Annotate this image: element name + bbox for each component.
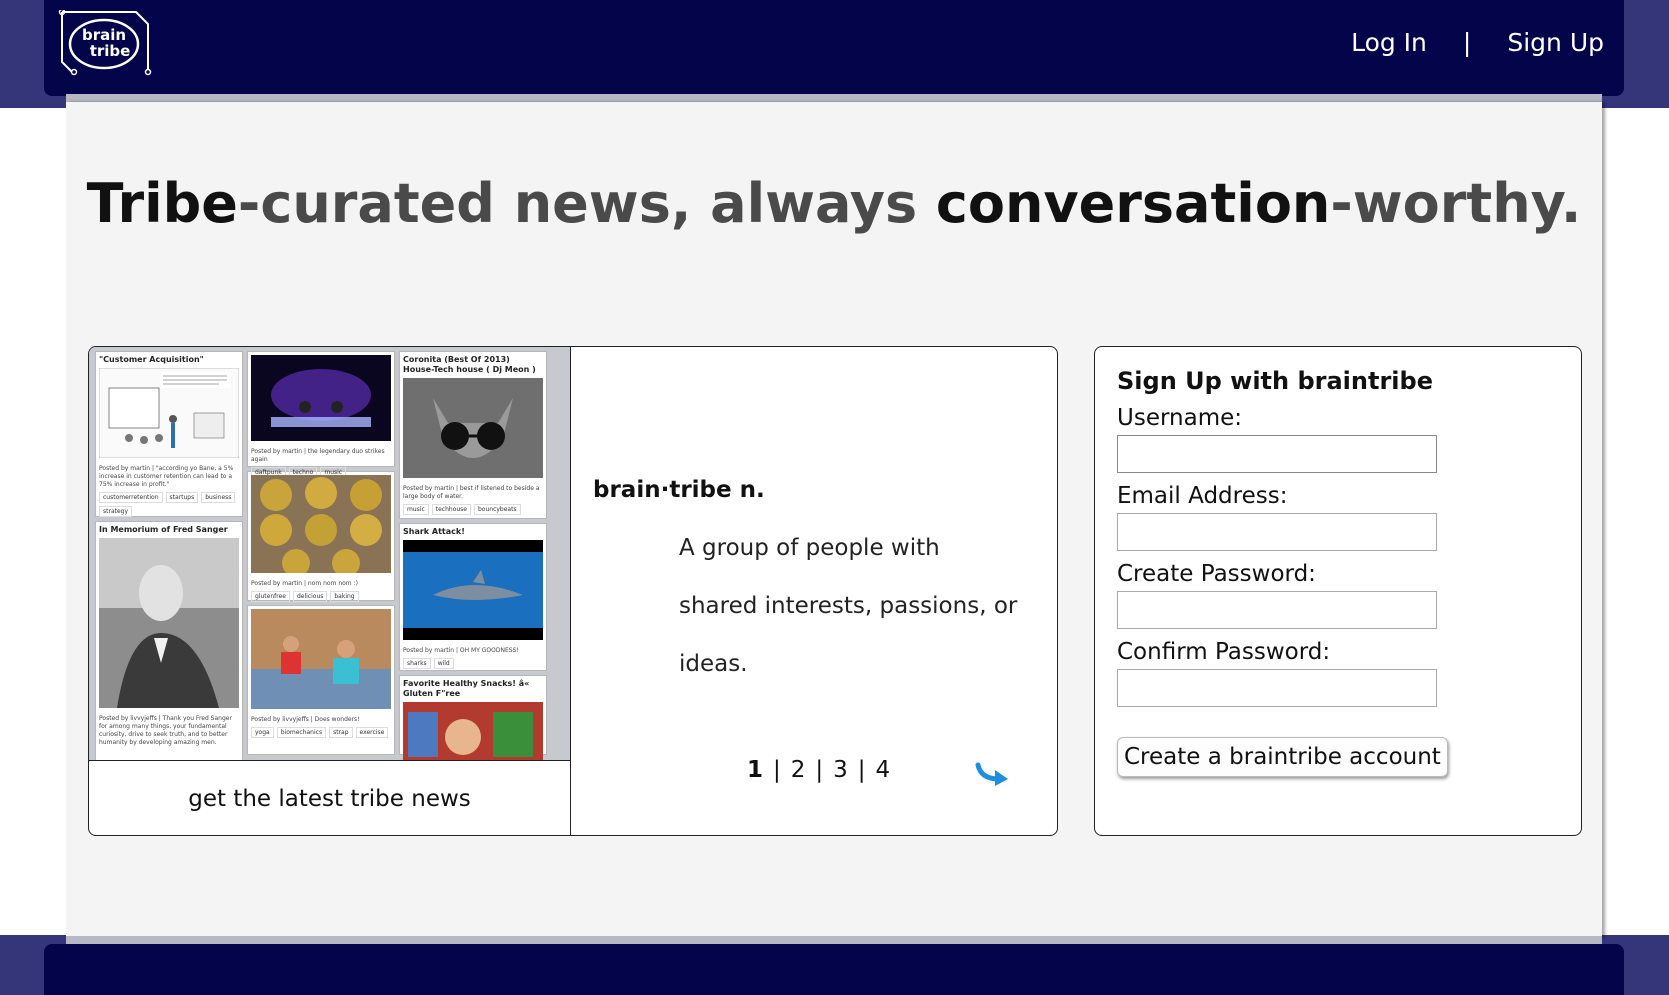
- header-nav: Log In | Sign Up: [1351, 28, 1604, 57]
- signup-form: Sign Up with braintribe Username: Email …: [1094, 346, 1582, 836]
- password-label: Create Password:: [1117, 561, 1316, 587]
- feed-card-meta: Posted by martin | nom nom nom :): [251, 580, 358, 587]
- cat-photo: [403, 378, 543, 478]
- feed-card-meta: Posted by livvyjeffs | Does wonders!: [251, 716, 360, 723]
- feed-card-meta: Posted by martin | best if listened to b…: [403, 485, 540, 500]
- muffins-photo: [251, 475, 391, 577]
- slide-pager: 1 | 2 | 3 | 4: [747, 757, 890, 783]
- shark-photo: [403, 540, 543, 640]
- username-input[interactable]: [1117, 435, 1437, 473]
- feed-card-title: Coronita (Best Of 2013) House-Tech house…: [403, 355, 536, 374]
- email-label: Email Address:: [1117, 483, 1288, 509]
- showcase-caption: get the latest tribe news: [89, 760, 571, 835]
- definition-text: A group of people with shared interests,…: [679, 535, 1018, 677]
- site-footer: [44, 944, 1624, 995]
- snacks-photo: [403, 702, 543, 760]
- tag[interactable]: bouncybeats: [474, 504, 521, 515]
- create-account-button[interactable]: Create a braintribe account: [1117, 737, 1448, 777]
- tag[interactable]: strategy: [99, 506, 133, 517]
- tag[interactable]: wild: [433, 658, 454, 669]
- headline-curated: -curated news, always: [237, 172, 936, 235]
- page-2[interactable]: 2: [791, 757, 806, 783]
- tag[interactable]: business: [201, 492, 236, 503]
- headline-worthy: -worthy.: [1330, 172, 1582, 235]
- feed-card-meta: Posted by martin | OH MY GOODNESS!: [403, 647, 519, 654]
- signup-title: Sign Up with braintribe: [1117, 367, 1433, 395]
- page-1[interactable]: 1: [747, 757, 763, 783]
- feed-card-tags: sharks wild: [403, 658, 543, 669]
- feed-column-2: Posted by martin | the legendary duo str…: [247, 351, 395, 759]
- logo-text-tribe: tribe: [90, 42, 131, 60]
- feed-card-title: Shark Attack!: [403, 527, 465, 536]
- feed-column-1: "Customer Acquisition" Posted by martin …: [95, 351, 243, 760]
- password-input[interactable]: [1117, 591, 1437, 629]
- tag[interactable]: customerretention: [99, 492, 163, 503]
- feed-card-tags: yoga biomechanics strap exercise: [251, 727, 391, 738]
- cartoon-image: [98, 367, 240, 459]
- page-separator: |: [815, 757, 824, 783]
- email-input[interactable]: [1117, 513, 1437, 551]
- tag[interactable]: music: [403, 504, 429, 515]
- feed-card-title: In Memorium of Fred Sanger: [99, 525, 228, 534]
- feed-card-title: Favorite Healthy Snacks! â« Gluten F"ree: [403, 679, 530, 698]
- feed-card[interactable]: Posted by livvyjeffs | Does wonders! yog…: [247, 605, 395, 755]
- login-link[interactable]: Log In: [1351, 28, 1427, 57]
- feed-card[interactable]: "Customer Acquisition" Posted by martin …: [95, 351, 243, 517]
- feed-card-tags: glutenfree delicious baking: [251, 591, 391, 602]
- feed-card[interactable]: Coronita (Best Of 2013) House-Tech house…: [399, 351, 547, 519]
- page-3[interactable]: 3: [833, 757, 848, 783]
- feed-card[interactable]: Shark Attack! Posted by martin | OH MY G…: [399, 523, 547, 671]
- feed-card-meta: Posted by livvyjeffs | Thank you Fred Sa…: [99, 715, 232, 746]
- tag[interactable]: glutenfree: [251, 591, 290, 602]
- headline-conversation: conversation: [935, 172, 1331, 235]
- tag[interactable]: delicious: [292, 591, 328, 602]
- feed-card[interactable]: Favorite Healthy Snacks! â« Gluten F"ree: [399, 675, 547, 760]
- confirm-password-input[interactable]: [1117, 669, 1437, 707]
- tag[interactable]: biomechanics: [276, 727, 327, 738]
- tag[interactable]: strap: [329, 727, 353, 738]
- feed-card-tags: customerretention startups business stra…: [99, 492, 239, 517]
- page-separator: |: [857, 757, 866, 783]
- feed-column-3: Coronita (Best Of 2013) House-Tech house…: [399, 351, 547, 760]
- nav-separator: |: [1462, 28, 1472, 57]
- tag[interactable]: yoga: [251, 727, 274, 738]
- main-content: Tribe-curated news, always conversation-…: [66, 102, 1602, 938]
- tag[interactable]: sharks: [403, 658, 431, 669]
- tag[interactable]: techhouse: [431, 504, 471, 515]
- definition-panel: brain·tribe n. A group of people with sh…: [571, 347, 1057, 835]
- footer-divider: [66, 936, 1602, 944]
- page-separator: |: [773, 757, 781, 783]
- concert-photo: [251, 355, 391, 441]
- feed-card-meta: Posted by martin | the legendary duo str…: [251, 448, 385, 463]
- feed-card[interactable]: Posted by martin | the legendary duo str…: [247, 351, 395, 478]
- feed-card-meta: Posted by martin | "according yo Bane, a…: [99, 465, 234, 488]
- tag[interactable]: startups: [165, 492, 199, 503]
- confirm-password-label: Confirm Password:: [1117, 639, 1331, 665]
- feed-card-tags: music techhouse bouncybeats: [403, 504, 543, 515]
- tag[interactable]: baking: [330, 591, 359, 602]
- braintribe-logo[interactable]: brain tribe: [56, 10, 152, 76]
- username-label: Username:: [1117, 405, 1242, 431]
- page-headline: Tribe-curated news, always conversation-…: [66, 172, 1602, 235]
- headline-tribe: Tribe: [86, 172, 238, 235]
- yoga-photo: [251, 609, 391, 709]
- portrait-photo: [99, 538, 239, 708]
- site-header: brain tribe Log In | Sign Up: [44, 0, 1624, 96]
- page-4[interactable]: 4: [876, 757, 891, 783]
- news-feed-preview[interactable]: "Customer Acquisition" Posted by martin …: [89, 347, 571, 760]
- definition-term: brain·tribe n.: [593, 477, 765, 503]
- header-divider: [66, 94, 1602, 102]
- feed-card-title: "Customer Acquisition": [99, 355, 204, 364]
- feed-card[interactable]: Posted by martin | nom nom nom :) gluten…: [247, 471, 395, 602]
- showcase-card: "Customer Acquisition" Posted by martin …: [88, 346, 1058, 836]
- tag[interactable]: exercise: [355, 727, 389, 738]
- next-arrow-icon[interactable]: [975, 759, 1011, 787]
- feed-card[interactable]: In Memorium of Fred Sanger Posted by liv…: [95, 521, 243, 760]
- signup-link[interactable]: Sign Up: [1507, 28, 1604, 57]
